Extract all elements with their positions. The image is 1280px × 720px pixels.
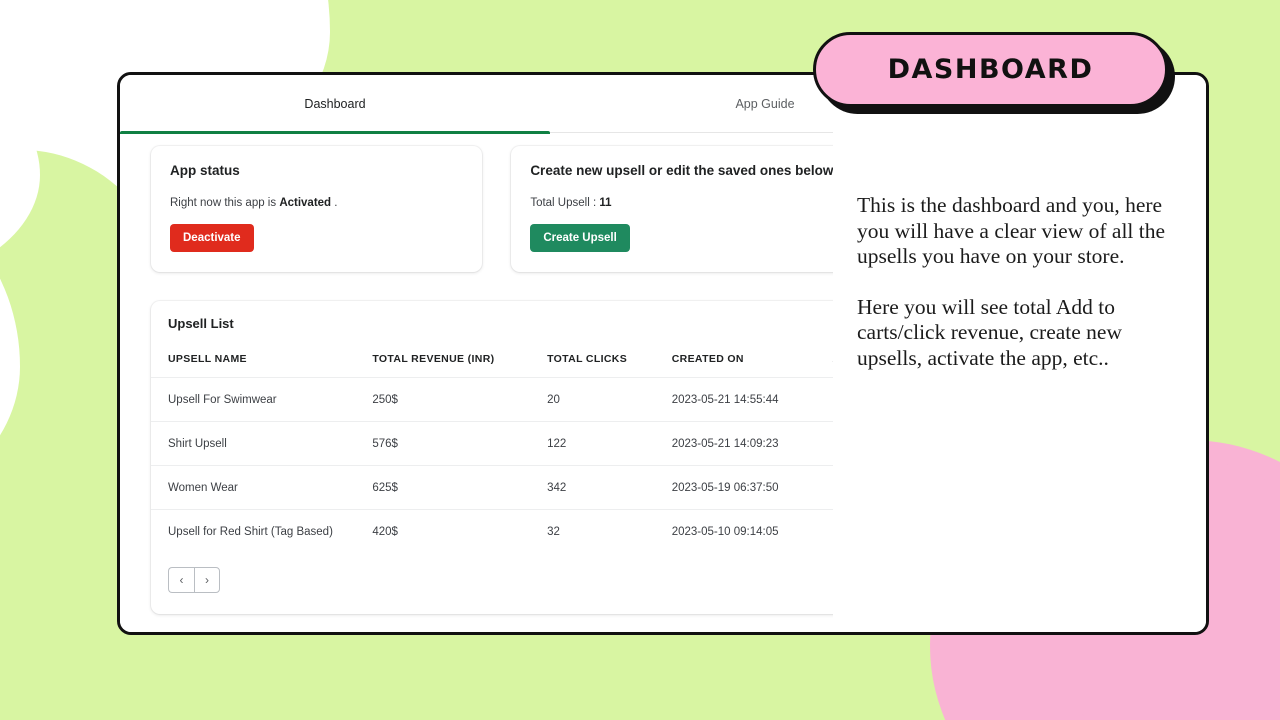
cell-created-on: 2023-05-19 06:37:50 [671, 465, 833, 510]
table-row: Upsell for Red Shirt (Tag Based) 420$ 32 20… [151, 509, 833, 553]
column-header-created-on: CREATED ON [671, 353, 744, 365]
summary-cards-row: App status Right now this app is Activat… [120, 133, 833, 272]
table-row: Women Wear 625$ 342 2023-05-19 06:37:50 [151, 465, 833, 510]
table-header-row: UPSELL NAME TOTAL REVENUE (INR) TOTAL CL… [151, 353, 833, 378]
column-header-total-revenue: TOTAL REVENUE (INR) [372, 353, 495, 365]
app-status-card: App status Right now this app is Activat… [151, 146, 483, 272]
cell-created-on: 2023-05-10 09:14:05 [671, 509, 833, 553]
tab-app-guide-label: App Guide [735, 97, 795, 111]
app-viewport: Dashboard App Guide App status Right now… [120, 75, 833, 632]
app-status-value: Activated [279, 197, 332, 209]
pagination-next-button[interactable]: › [194, 567, 220, 593]
app-status-text: Right now this app is Activated . [170, 197, 463, 209]
pagination: ‹ › [168, 567, 220, 593]
cell-total-revenue: 576$ [372, 421, 548, 466]
create-upsell-button[interactable]: Create Upsell [530, 224, 630, 252]
create-upsell-title: Create new upsell or edit the saved ones… [530, 163, 833, 178]
table-row: Shirt Upsell 576$ 122 2023-05-21 14:09:23 [151, 421, 833, 466]
app-window: Dashboard App Guide App status Right now… [117, 72, 1209, 635]
column-header-upsell-name: UPSELL NAME [168, 353, 247, 365]
deactivate-button[interactable]: Deactivate [170, 224, 254, 252]
cell-total-revenue: 420$ [372, 509, 548, 553]
cell-upsell-name: Upsell For Swimwear [151, 377, 373, 422]
upsell-list-title: Upsell List [168, 316, 234, 331]
total-upsell-value: 11 [599, 197, 612, 209]
tab-app-guide[interactable]: App Guide [550, 75, 833, 133]
tab-dashboard-label: Dashboard [304, 97, 366, 111]
dashboard-badge: DASHBOARD [813, 32, 1175, 114]
cell-upsell-name: Shirt Upsell [151, 421, 373, 466]
total-upsell-text: Total Upsell : 11 [530, 197, 833, 209]
app-status-title: App status [170, 163, 240, 178]
dashboard-badge-label: DASHBOARD [887, 54, 1094, 85]
create-upsell-card: Create new upsell or edit the saved ones… [511, 146, 833, 272]
cell-total-revenue: 625$ [372, 465, 548, 510]
upsell-list-card: Upsell List UPSELL NAME TOTAL REVENUE (I… [151, 301, 833, 614]
cell-created-on: 2023-05-21 14:55:44 [671, 377, 833, 422]
app-status-suffix: . [331, 197, 338, 209]
cell-total-clicks: 342 [547, 465, 672, 510]
cell-created-on: 2023-05-21 14:09:23 [671, 421, 833, 466]
annotation-panel: This is the dashboard and you, here you … [833, 75, 1206, 632]
slide-canvas: Dashboard App Guide App status Right now… [0, 0, 1280, 720]
upsell-table-body: Upsell For Swimwear 250$ 20 2023-05-21 14:5… [151, 377, 833, 553]
pagination-prev-button[interactable]: ‹ [168, 567, 194, 593]
annotation-paragraph-1: This is the dashboard and you, here you … [857, 193, 1166, 268]
table-row: Upsell For Swimwear 250$ 20 2023-05-21 14:5… [151, 377, 833, 422]
annotation-paragraph-2: Here you will see total Add to carts/cli… [857, 294, 1123, 370]
column-header-total-clicks: TOTAL CLICKS [547, 353, 628, 365]
total-upsell-label: Total Upsell : [530, 197, 600, 209]
cell-upsell-name: Upsell for Red Shirt (Tag Based) [151, 509, 373, 553]
cell-total-clicks: 32 [547, 509, 672, 553]
app-status-prefix: Right now this app is [170, 197, 280, 209]
upsell-table-head: UPSELL NAME TOTAL REVENUE (INR) TOTAL CL… [151, 353, 833, 378]
tab-bar: Dashboard App Guide [120, 75, 833, 134]
cell-total-clicks: 122 [547, 421, 672, 466]
cell-upsell-name: Women Wear [151, 465, 373, 510]
tab-dashboard[interactable]: Dashboard [120, 75, 550, 134]
upsell-table: UPSELL NAME TOTAL REVENUE (INR) TOTAL CL… [151, 353, 833, 553]
cell-total-revenue: 250$ [372, 377, 548, 422]
dashboard-badge-pill: DASHBOARD [813, 32, 1168, 107]
cell-total-clicks: 20 [547, 377, 672, 422]
